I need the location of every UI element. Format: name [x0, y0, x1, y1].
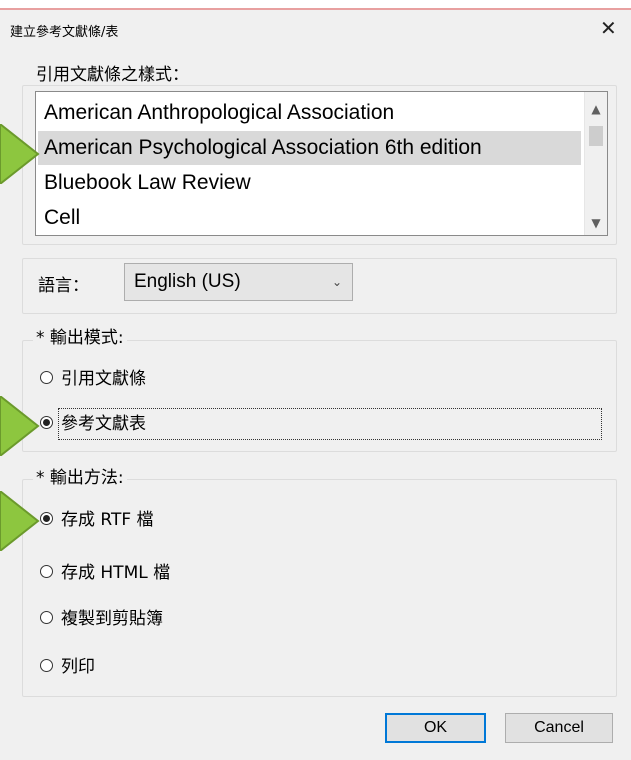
radio-label: 引用文獻條 — [61, 369, 146, 389]
radio-label: 列印 — [61, 657, 95, 677]
radio-save-rtf[interactable]: 存成 RTF 檔 — [40, 507, 154, 533]
radio-save-html[interactable]: 存成 HTML 檔 — [40, 560, 170, 586]
radio-button-icon[interactable] — [40, 658, 53, 672]
scrollbar-thumb[interactable] — [589, 126, 603, 146]
radio-button-icon[interactable] — [40, 610, 53, 624]
output-method-legend: * 輸出方法: — [33, 468, 127, 488]
radio-citation[interactable]: 引用文獻條 — [40, 366, 146, 392]
scroll-up-icon[interactable]: ▲ — [585, 100, 607, 118]
radio-label: 存成 RTF 檔 — [61, 510, 154, 530]
cancel-button[interactable]: Cancel — [505, 713, 613, 743]
vertical-scrollbar[interactable]: ▲ ▼ — [584, 92, 607, 235]
dialog-title: 建立參考文獻條/表 — [10, 25, 119, 40]
language-selected-value: English (US) — [134, 271, 241, 292]
ok-button[interactable]: OK — [385, 713, 486, 743]
list-item[interactable]: American Anthropological Association — [38, 96, 581, 130]
radio-label: 參考文獻表 — [61, 414, 146, 434]
radio-print[interactable]: 列印 — [40, 654, 95, 680]
radio-label: 複製到剪貼簿 — [61, 609, 163, 629]
radio-button-selected-icon[interactable] — [40, 415, 53, 429]
radio-button-icon[interactable] — [40, 564, 53, 578]
list-item[interactable]: Bluebook Law Review — [38, 166, 581, 200]
language-select[interactable]: English (US) ⌄ — [124, 263, 353, 301]
radio-bibliography[interactable]: 參考文獻表 — [40, 411, 146, 437]
list-item-selected[interactable]: American Psychological Association 6th e… — [38, 131, 581, 165]
citation-style-listbox[interactable]: American Anthropological Association Ame… — [35, 91, 608, 236]
radio-button-selected-icon[interactable] — [40, 511, 53, 525]
radio-copy-clipboard[interactable]: 複製到剪貼簿 — [40, 606, 163, 632]
language-label: 語言： — [38, 276, 89, 296]
citation-style-legend: 引用文獻條之樣式： — [33, 65, 192, 85]
scroll-down-icon[interactable]: ▼ — [585, 214, 607, 232]
output-mode-legend: * 輸出模式: — [33, 328, 127, 348]
radio-label: 存成 HTML 檔 — [61, 563, 171, 583]
close-icon[interactable]: ✕ — [600, 18, 617, 38]
radio-button-icon[interactable] — [40, 370, 53, 384]
list-item[interactable]: Cell — [38, 201, 581, 235]
chevron-down-icon: ⌄ — [331, 275, 342, 289]
